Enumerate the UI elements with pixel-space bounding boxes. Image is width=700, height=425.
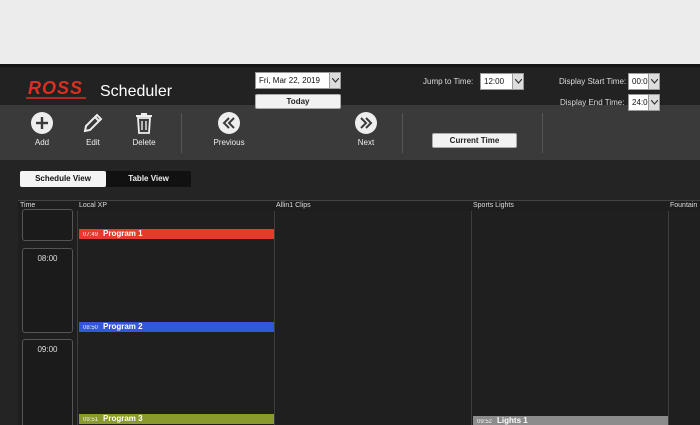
schedule-grid: Time Local XP Allin1 Clips Sports Lights… bbox=[18, 200, 700, 425]
column-fountain[interactable] bbox=[668, 211, 700, 425]
scheduler-window: ROSS Scheduler Add Edit Delete Previous … bbox=[0, 64, 700, 425]
column-sports-lights[interactable]: 09:52 Lights 1 bbox=[471, 211, 668, 425]
double-chevron-right-icon bbox=[355, 112, 377, 134]
event-program-1[interactable]: 07:49 Program 1 bbox=[79, 229, 274, 239]
jump-time-select[interactable]: 12:00 bbox=[480, 73, 524, 90]
add-button[interactable]: Add bbox=[20, 111, 64, 157]
previous-label: Previous bbox=[213, 138, 245, 147]
chevron-down-icon bbox=[515, 79, 522, 84]
previous-button[interactable]: Previous bbox=[207, 111, 251, 157]
time-slot: 08:00 bbox=[22, 248, 73, 333]
svg-text:ROSS: ROSS bbox=[28, 78, 83, 98]
jump-to-time-label: Jump to Time: bbox=[423, 77, 474, 86]
date-value: Fri, Mar 22, 2019 bbox=[259, 76, 320, 85]
chevron-down-icon bbox=[651, 79, 658, 84]
next-button[interactable]: Next bbox=[344, 111, 388, 157]
event-lights-1[interactable]: 09:52 Lights 1 bbox=[473, 416, 668, 425]
current-time-button[interactable]: Current Time bbox=[432, 133, 517, 148]
tab-table-view[interactable]: Table View bbox=[106, 171, 191, 187]
event-program-2[interactable]: 08:50 Program 2 bbox=[79, 322, 274, 332]
tab-schedule-view[interactable]: Schedule View bbox=[20, 171, 106, 187]
edit-label: Edit bbox=[86, 138, 100, 147]
end-time-select[interactable]: 24:00 bbox=[628, 94, 660, 111]
trash-icon bbox=[136, 113, 152, 134]
end-time-dropdown-arrow[interactable] bbox=[648, 95, 659, 110]
add-label: Add bbox=[34, 138, 50, 147]
delete-label: Delete bbox=[132, 138, 156, 147]
column-header-local-xp: Local XP bbox=[79, 202, 108, 209]
time-slot: 09:00 bbox=[22, 339, 73, 425]
jump-time-dropdown-arrow[interactable] bbox=[512, 74, 523, 89]
column-local-xp[interactable]: 07:49 Program 1 08:50 Program 2 09:51 Progr… bbox=[77, 211, 274, 425]
today-button[interactable]: Today bbox=[255, 94, 341, 109]
display-start-time-label: Display Start Time: bbox=[559, 77, 627, 86]
date-dropdown-arrow[interactable] bbox=[329, 73, 340, 88]
start-time-dropdown-arrow[interactable] bbox=[648, 74, 659, 89]
plus-circle-icon bbox=[31, 112, 53, 134]
time-slot bbox=[22, 209, 73, 241]
chevron-down-icon bbox=[651, 100, 658, 105]
event-program-3[interactable]: 09:51 Program 3 bbox=[79, 414, 274, 424]
toolbar-divider bbox=[181, 113, 182, 153]
toolbar-divider bbox=[402, 113, 403, 153]
column-header-sports-lights: Sports Lights bbox=[473, 202, 514, 209]
display-end-time-label: Display End Time: bbox=[560, 98, 625, 107]
toolbar: Add Edit Delete Previous Fri, Mar 22, 20… bbox=[0, 72, 700, 160]
jump-time-value: 12:00 bbox=[484, 77, 505, 86]
start-time-select[interactable]: 00:00 bbox=[628, 73, 660, 90]
chevron-down-icon bbox=[332, 78, 339, 83]
column-allin1-clips[interactable] bbox=[274, 211, 471, 425]
app-title: Scheduler bbox=[100, 83, 173, 100]
double-chevron-left-icon bbox=[218, 112, 240, 134]
delete-button[interactable]: Delete bbox=[122, 111, 166, 157]
time-column: 08:00 09:00 bbox=[18, 209, 77, 425]
next-label: Next bbox=[357, 138, 375, 147]
date-select[interactable]: Fri, Mar 22, 2019 bbox=[255, 72, 341, 89]
toolbar-divider bbox=[542, 113, 543, 153]
column-header-allin1-clips: Allin1 Clips bbox=[276, 202, 311, 209]
ross-logo: ROSS bbox=[26, 77, 92, 101]
column-header-fountain: Fountain bbox=[670, 202, 698, 209]
pencil-icon bbox=[83, 113, 103, 133]
edit-button[interactable]: Edit bbox=[71, 111, 115, 157]
